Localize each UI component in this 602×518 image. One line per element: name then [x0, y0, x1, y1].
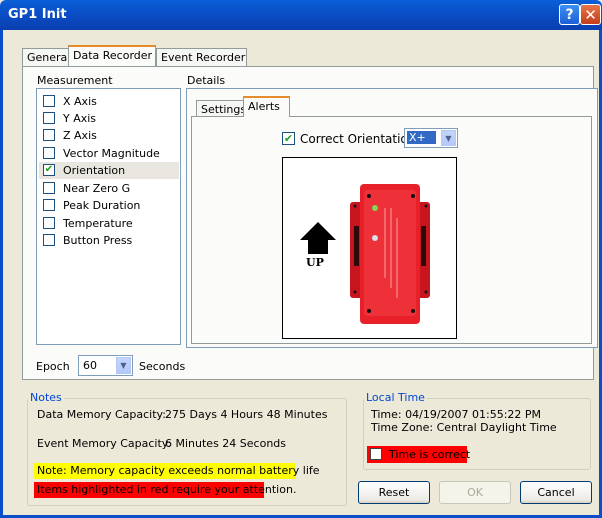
close-icon: ✕ [584, 6, 597, 24]
list-item-label: Button Press [63, 234, 133, 247]
tab-label: Data Recorder [73, 49, 153, 62]
tab-label: Settings [201, 103, 247, 116]
tab-event-recorder[interactable]: Event Recorder [156, 48, 247, 66]
time-correct-checkbox[interactable] [370, 448, 382, 460]
tab-label: Alerts [248, 100, 280, 113]
window-title: GP1 Init [8, 7, 67, 22]
list-item-label: Y Axis [63, 112, 97, 125]
event-memory-value: 6 Minutes 24 Seconds [165, 437, 286, 450]
list-item-label: Near Zero G [63, 182, 131, 195]
help-button[interactable]: ? [559, 4, 580, 25]
chevron-down-icon: ▼ [441, 130, 456, 146]
orientation-select[interactable]: X+ ▼ [404, 128, 458, 148]
tab-data-recorder[interactable]: Data Recorder [68, 45, 156, 66]
list-item-button-press[interactable]: Button Press [39, 232, 179, 249]
local-time-value: Time: 04/19/2007 01:55:22 PM [371, 408, 542, 421]
time-correct-row[interactable]: Time is correct [367, 446, 471, 463]
measurement-heading: Measurement [37, 74, 113, 87]
tab-label: General [27, 51, 71, 64]
help-icon: ? [565, 7, 574, 23]
epoch-select[interactable]: 60 ▼ [78, 355, 133, 376]
epoch-unit: Seconds [139, 360, 186, 373]
details-heading: Details [187, 74, 226, 87]
orientation-value: X+ [407, 131, 436, 144]
list-item-z-axis[interactable]: Z Axis [39, 127, 179, 144]
list-item-label: Orientation [63, 164, 126, 177]
measurement-list[interactable]: X Axis Y Axis Z Axis Vector Magnitude ✔ O… [36, 88, 181, 345]
tab-general[interactable]: General [22, 48, 71, 66]
device-illustration: UP [300, 184, 430, 324]
up-arrow-icon [300, 222, 336, 254]
time-correct-label: Time is correct [389, 448, 471, 461]
subtab-alerts[interactable]: Alerts [243, 96, 290, 117]
list-item-label: Z Axis [63, 129, 97, 142]
device-icon [350, 184, 430, 324]
cancel-button[interactable]: Cancel [520, 481, 592, 504]
orientation-image: UP [282, 157, 457, 339]
checkbox-vector-magnitude[interactable] [43, 147, 55, 159]
list-item-temperature[interactable]: Temperature [39, 215, 179, 232]
checkbox-orientation[interactable]: ✔ [43, 164, 55, 176]
time-zone-value: Time Zone: Central Daylight Time [371, 421, 557, 434]
list-item-label: Peak Duration [63, 199, 141, 212]
reset-button[interactable]: Reset [358, 481, 430, 504]
checkbox-z-axis[interactable] [43, 129, 55, 141]
tab-label: Event Recorder [161, 51, 246, 64]
check-icon: ✔ [44, 164, 54, 175]
ok-button[interactable]: OK [439, 481, 511, 504]
attention-notice: Items highlighted in red require your at… [34, 482, 296, 498]
checkbox-x-axis[interactable] [43, 95, 55, 107]
list-item-label: Vector Magnitude [63, 147, 160, 160]
up-label: UP [306, 256, 324, 269]
title-bar[interactable]: GP1 Init ? ✕ [0, 0, 602, 30]
list-item-peak-duration[interactable]: Peak Duration [39, 197, 179, 214]
checkbox-y-axis[interactable] [43, 112, 55, 124]
list-item-y-axis[interactable]: Y Axis [39, 110, 179, 127]
data-memory-value: 275 Days 4 Hours 48 Minutes [165, 408, 328, 421]
list-item-label: Temperature [63, 217, 133, 230]
close-button[interactable]: ✕ [580, 4, 601, 25]
epoch-label: Epoch [36, 360, 70, 373]
data-memory-label: Data Memory Capacity: [37, 408, 166, 421]
local-time-heading: Local Time [364, 391, 427, 404]
correct-orientation-label: Correct Orientation [300, 132, 416, 146]
chevron-down-icon: ▼ [116, 357, 131, 374]
list-item-orientation[interactable]: ✔ Orientation [39, 162, 179, 179]
battery-warning: Note: Memory capacity exceeds normal bat… [34, 463, 320, 479]
event-memory-label: Event Memory Capacity: [37, 437, 172, 450]
checkbox-peak-duration[interactable] [43, 199, 55, 211]
list-item-x-axis[interactable]: X Axis [39, 93, 179, 110]
battery-warning-text: Note: Memory capacity exceeds normal bat… [37, 464, 320, 477]
checkbox-button-press[interactable] [43, 234, 55, 246]
correct-orientation-checkbox[interactable]: ✔ [282, 132, 295, 145]
list-item-near-zero-g[interactable]: Near Zero G [39, 180, 179, 197]
list-item-label: X Axis [63, 95, 97, 108]
check-icon: ✔ [283, 132, 294, 145]
list-item-vector-magnitude[interactable]: Vector Magnitude [39, 145, 179, 162]
checkbox-near-zero-g[interactable] [43, 182, 55, 194]
epoch-value: 60 [83, 359, 97, 372]
attention-notice-text: Items highlighted in red require your at… [37, 483, 297, 496]
notes-heading: Notes [28, 391, 64, 404]
checkbox-temperature[interactable] [43, 217, 55, 229]
